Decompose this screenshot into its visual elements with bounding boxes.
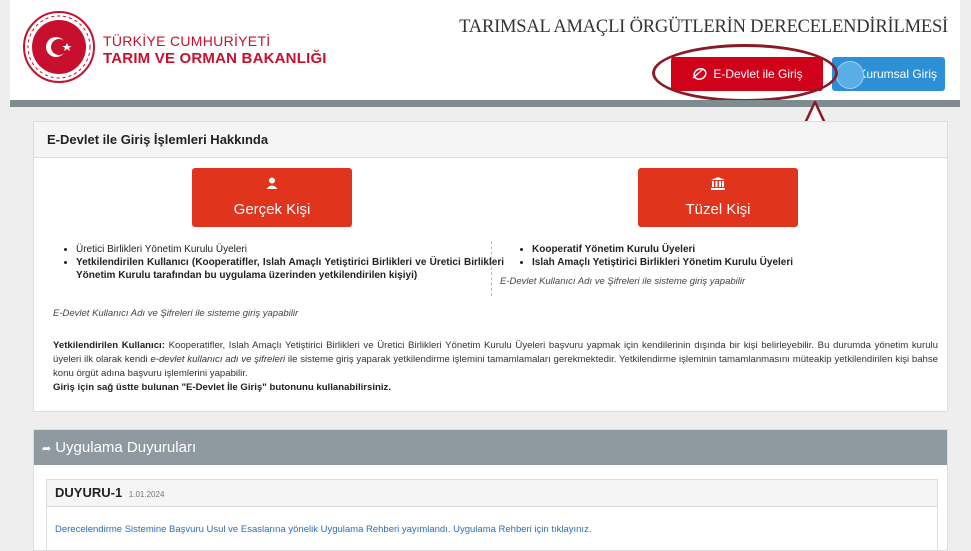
info-italic-text: e-devlet kullanıcı adı ve şifreleri bbox=[150, 354, 286, 365]
column-divider bbox=[491, 241, 492, 296]
megaphone-icon: ➦ bbox=[42, 443, 52, 455]
legal-entity-button[interactable]: Tüzel Kişi bbox=[638, 168, 798, 227]
authorized-user-label: Yetkilendirilen Kullanıcı: bbox=[53, 340, 165, 351]
real-person-list: Üretici Birlikleri Yönetim Kurulu Üyeler… bbox=[62, 243, 504, 282]
announcement-link[interactable]: Derecelendirme Sistemine Başvuru Usul ve… bbox=[55, 524, 591, 535]
list-item: Islah Amaçlı Yetiştirici Birlikleri Yöne… bbox=[532, 256, 952, 269]
highlight-ellipse bbox=[652, 44, 838, 102]
corporate-login-button[interactable]: Kurumsal Giriş bbox=[832, 57, 945, 91]
corporate-login-label: Kurumsal Giriş bbox=[858, 67, 937, 81]
legal-entity-label: Tüzel Kişi bbox=[685, 201, 751, 218]
list-item: Üretici Birlikleri Yönetim Kurulu Üyeler… bbox=[76, 243, 504, 256]
announcements-title: Uygulama Duyuruları bbox=[55, 439, 197, 456]
announcement-title: DUYURU-1 bbox=[55, 485, 123, 500]
ministry-logo[interactable] bbox=[22, 10, 96, 84]
legal-entity-list: Kooperatif Yönetim Kurulu Üyeleri Islah … bbox=[518, 243, 952, 269]
system-title: TARIMSAL AMAÇLI ÖRGÜTLERİN DERECELENDİRİ… bbox=[459, 17, 948, 37]
announcement-heading: DUYURU-1 1.01.2024 bbox=[47, 480, 937, 507]
login-hint: Giriş için sağ üstte bulunan "E-Devlet İ… bbox=[53, 382, 392, 393]
real-person-label: Gerçek Kişi bbox=[233, 201, 311, 218]
list-item: Yetkilendirilen Kullanıcı (Kooperatifler… bbox=[76, 256, 504, 282]
panel-title: E-Devlet ile Giriş İşlemleri Hakkında bbox=[34, 122, 947, 158]
announcement-item: DUYURU-1 1.01.2024 Derecelendirme Sistem… bbox=[46, 479, 938, 550]
ministry-name-line1: TÜRKİYE CUMHURİYETİ bbox=[103, 33, 271, 49]
announcement-date: 1.01.2024 bbox=[128, 490, 165, 499]
user-icon bbox=[192, 177, 352, 191]
edevlet-info-panel: E-Devlet ile Giriş İşlemleri Hakkında Ge… bbox=[33, 121, 948, 412]
ministry-name-line2: TARIM VE ORMAN BAKANLIĞI bbox=[103, 50, 327, 67]
announcements-panel: ➦ Uygulama Duyuruları DUYURU-1 1.01.2024 … bbox=[33, 429, 948, 551]
authorized-user-info: Yetkilendirilen Kullanıcı: Kooperatifler… bbox=[53, 339, 938, 395]
legal-entity-note: E-Devlet Kullanıcı Adı ve Şifreleri ile … bbox=[500, 276, 746, 287]
list-item: Kooperatif Yönetim Kurulu Üyeleri bbox=[532, 243, 952, 256]
real-person-button[interactable]: Gerçek Kişi bbox=[192, 168, 352, 227]
institution-icon bbox=[638, 177, 798, 191]
real-person-note: E-Devlet Kullanıcı Adı ve Şifreleri ile … bbox=[53, 308, 299, 319]
announcements-header: ➦ Uygulama Duyuruları bbox=[34, 430, 947, 465]
ministry-seal-icon bbox=[836, 61, 864, 89]
